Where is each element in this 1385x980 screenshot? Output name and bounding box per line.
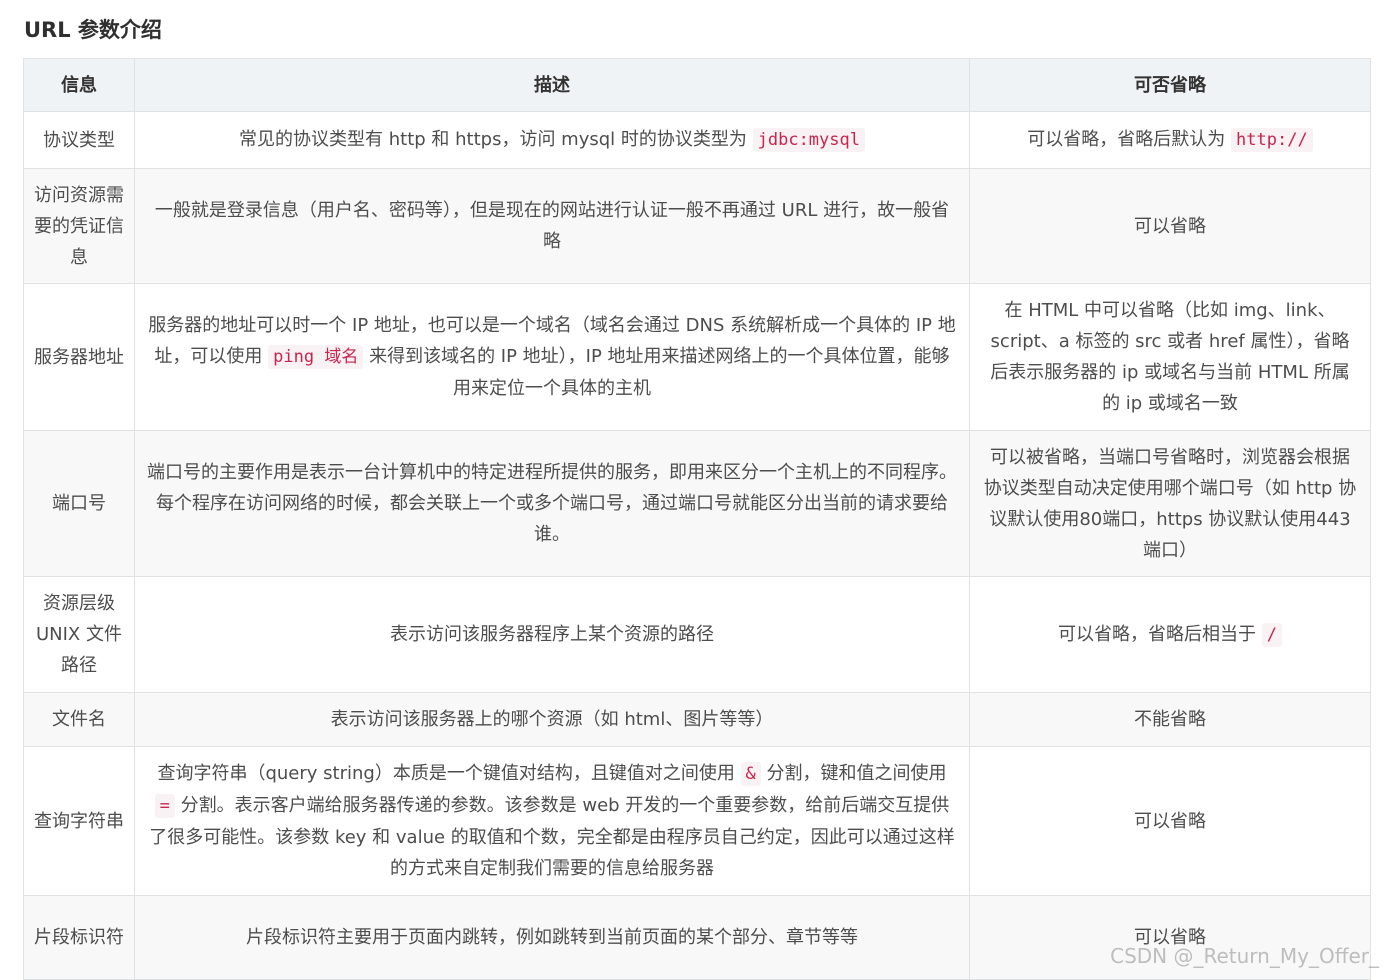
inline-code: &	[740, 762, 761, 786]
inline-code: http://	[1231, 128, 1313, 152]
row-description: 服务器的地址可以时一个 IP 地址，也可以是一个域名（域名会通过 DNS 系统解…	[134, 283, 970, 431]
row-omittable: 可以省略，省略后默认为 http://	[969, 111, 1371, 169]
row-name: 协议类型	[23, 111, 135, 169]
url-params-table: 信息 描述 可否省略 协议类型 常见的协议类型有 http 和 https，访问…	[23, 58, 1371, 980]
header-description: 描述	[134, 58, 970, 112]
table-row: 资源层级 UNIX 文件路径 表示访问该服务器程序上某个资源的路径 可以省略，省…	[23, 576, 1371, 693]
inline-code: ping 域名	[268, 345, 364, 369]
inline-code: jdbc:mysql	[752, 128, 865, 152]
row-omittable: 可以省略	[969, 746, 1371, 896]
table-row: 协议类型 常见的协议类型有 http 和 https，访问 mysql 时的协议…	[23, 111, 1371, 169]
row-name: 查询字符串	[23, 746, 135, 896]
row-description: 常见的协议类型有 http 和 https，访问 mysql 时的协议类型为 j…	[134, 111, 970, 169]
row-name: 访问资源需要的凭证信息	[23, 168, 135, 284]
row-name: 片段标识符	[23, 895, 135, 980]
row-name: 端口号	[23, 430, 135, 577]
row-omittable: 可以被省略，当端口号省略时，浏览器会根据协议类型自动决定使用哪个端口号（如 ht…	[969, 430, 1371, 577]
row-omittable: 可以省略	[969, 168, 1371, 284]
row-description: 表示访问该服务器程序上某个资源的路径	[134, 576, 970, 693]
row-description: 片段标识符主要用于页面内跳转，例如跳转到当前页面的某个部分、章节等等	[134, 895, 970, 980]
row-description: 表示访问该服务器上的哪个资源（如 html、图片等等）	[134, 692, 970, 747]
row-description: 查询字符串（query string）本质是一个键值对结构，且键值对之间使用 &…	[134, 746, 970, 896]
row-name: 资源层级 UNIX 文件路径	[23, 576, 135, 693]
header-omittable: 可否省略	[969, 58, 1371, 112]
table-row: 服务器地址 服务器的地址可以时一个 IP 地址，也可以是一个域名（域名会通过 D…	[23, 283, 1371, 431]
row-description: 一般就是登录信息（用户名、密码等），但是现在的网站进行认证一般不再通过 URL …	[134, 168, 970, 284]
row-omittable: 可以省略，省略后相当于 /	[969, 576, 1371, 693]
row-omittable: 在 HTML 中可以省略（比如 img、link、script、a 标签的 sr…	[969, 283, 1371, 431]
table-header-row: 信息 描述 可否省略	[23, 58, 1371, 112]
inline-code: =	[154, 794, 175, 818]
page-title: URL 参数介绍	[24, 18, 162, 42]
row-name: 文件名	[23, 692, 135, 747]
table-row: 访问资源需要的凭证信息 一般就是登录信息（用户名、密码等），但是现在的网站进行认…	[23, 168, 1371, 284]
header-info: 信息	[23, 58, 135, 112]
inline-code: /	[1261, 622, 1282, 647]
table-row: 查询字符串 查询字符串（query string）本质是一个键值对结构，且键值对…	[23, 746, 1371, 896]
table-row: 端口号 端口号的主要作用是表示一台计算机中的特定进程所提供的服务，即用来区分一个…	[23, 430, 1371, 577]
row-name: 服务器地址	[23, 283, 135, 431]
table-row: 文件名 表示访问该服务器上的哪个资源（如 html、图片等等） 不能省略	[23, 692, 1371, 747]
row-omittable: 不能省略	[969, 692, 1371, 747]
row-description: 端口号的主要作用是表示一台计算机中的特定进程所提供的服务，即用来区分一个主机上的…	[134, 430, 970, 577]
watermark: CSDN @_Return_My_Offer_	[1110, 944, 1379, 968]
